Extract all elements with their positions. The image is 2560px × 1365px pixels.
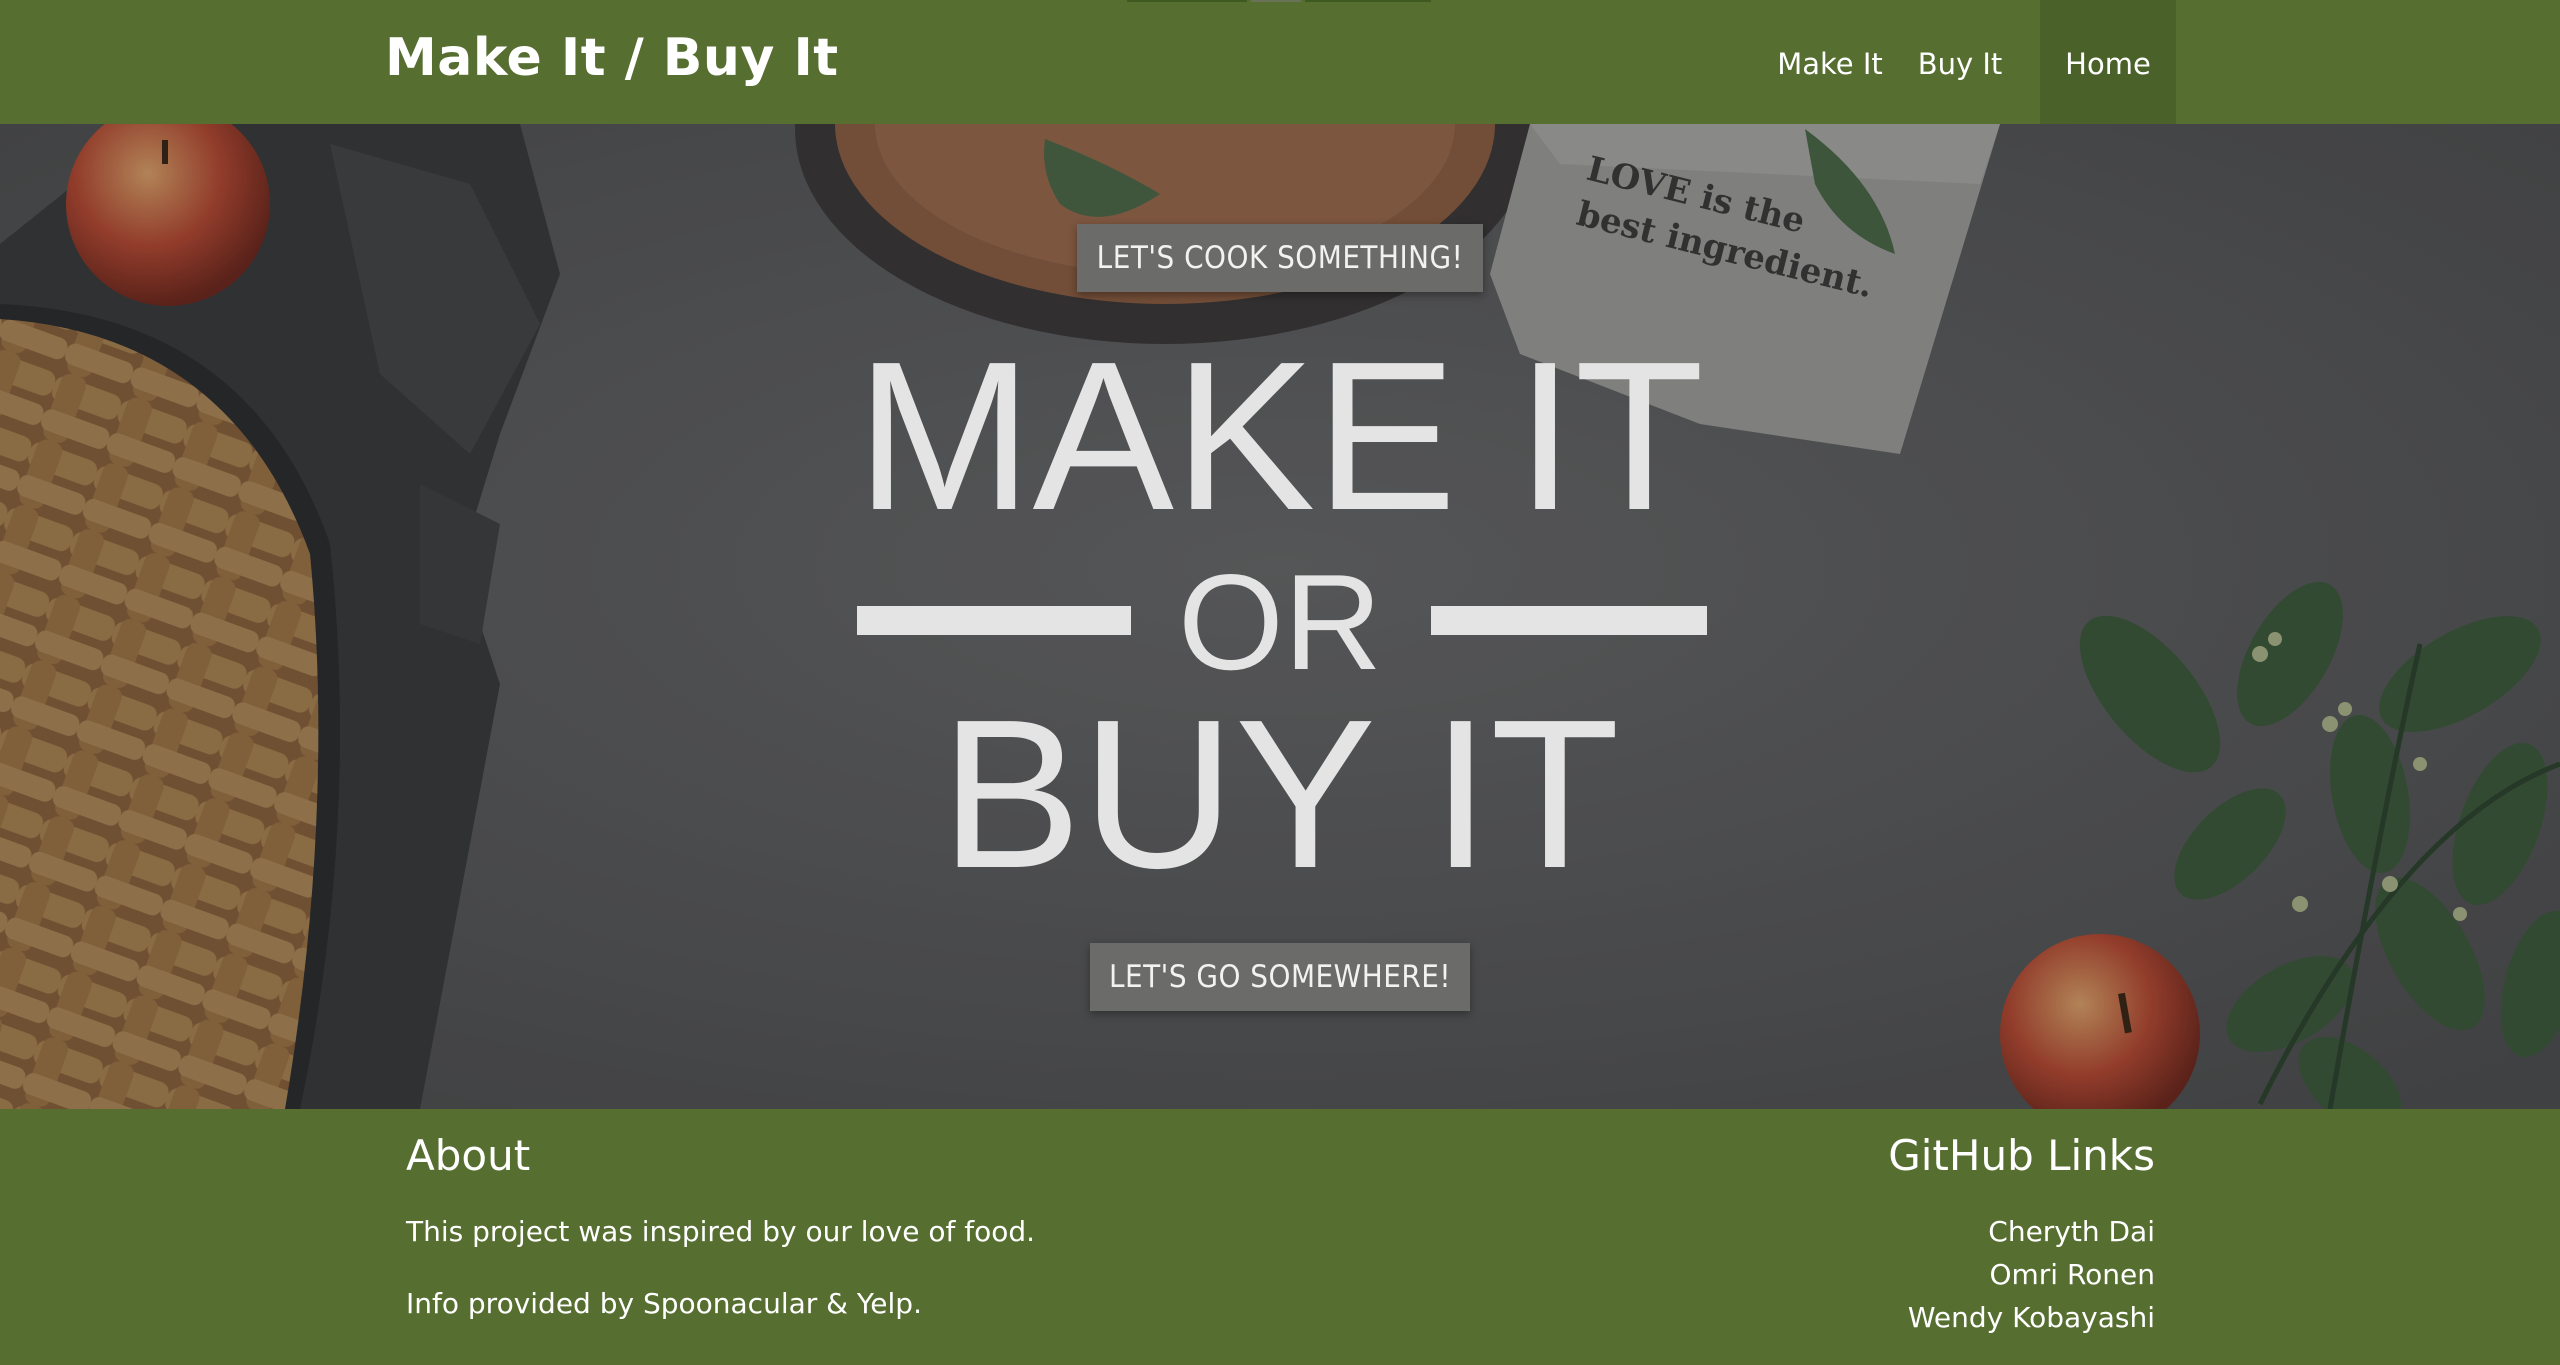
- hero-title-or: OR: [1178, 546, 1382, 698]
- navbar: Make It / Buy It Make It Buy It Home: [0, 0, 2560, 124]
- github-link-wendy-kobayashi[interactable]: Wendy Kobayashi: [1908, 1301, 2155, 1334]
- hero-section: LOVE is the best ingredient. LET'S COOK …: [0, 124, 2560, 1109]
- lets-cook-something-button[interactable]: LET'S COOK SOMETHING!: [1077, 224, 1483, 292]
- nav-link-home[interactable]: Home: [2040, 0, 2176, 124]
- hero-title-buy-it: BUY IT: [940, 675, 1620, 912]
- github-links-heading: GitHub Links: [1888, 1131, 2155, 1180]
- lets-go-somewhere-button[interactable]: LET'S GO SOMEWHERE!: [1090, 943, 1470, 1011]
- github-link-omri-ronen[interactable]: Omri Ronen: [1989, 1258, 2155, 1291]
- footer: About This project was inspired by our l…: [0, 1109, 2560, 1365]
- about-heading: About: [406, 1131, 531, 1180]
- title-rule-right: [1431, 606, 1707, 635]
- hero-title-make-it: MAKE IT: [855, 317, 1705, 554]
- top-edge-bars: [1127, 0, 1431, 2]
- nav-link-make-it[interactable]: Make It: [1760, 0, 1900, 124]
- about-text: This project was inspired by our love of…: [406, 1215, 1036, 1248]
- title-rule-left: [857, 606, 1131, 635]
- brand-title[interactable]: Make It / Buy It: [385, 28, 839, 88]
- github-link-cheryth-dai[interactable]: Cheryth Dai: [1988, 1215, 2155, 1248]
- nav-link-buy-it[interactable]: Buy It: [1900, 0, 2020, 124]
- info-text: Info provided by Spoonacular & Yelp.: [406, 1287, 922, 1320]
